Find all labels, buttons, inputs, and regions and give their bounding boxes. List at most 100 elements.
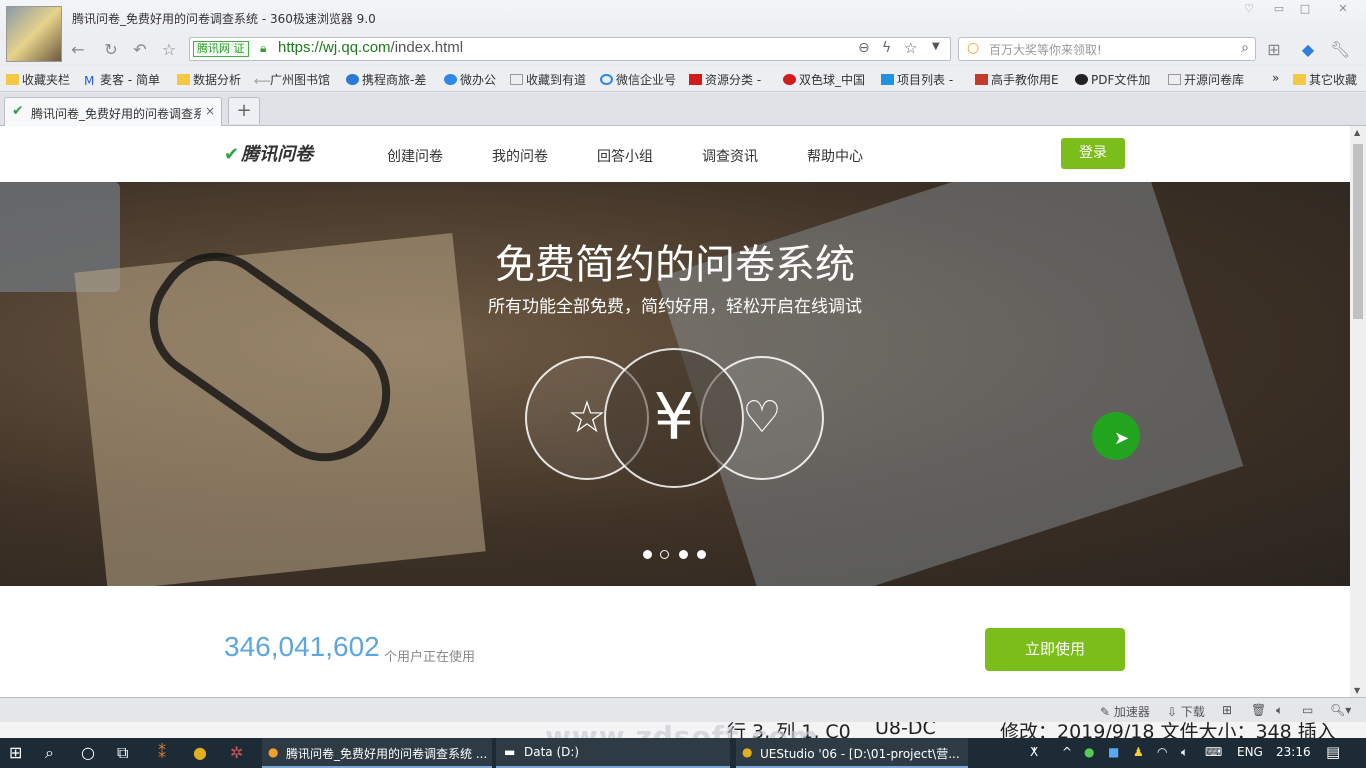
nav-my-surveys[interactable]: 我的问卷 xyxy=(492,146,548,166)
login-button[interactable]: 登录 xyxy=(1061,138,1125,169)
zoom-icon[interactable]: ⊖ xyxy=(858,40,870,56)
bookmark-label: 资源分类 - xyxy=(705,73,762,87)
tools-wrench-icon[interactable]: 🔧︎ xyxy=(1330,40,1350,60)
scrollbar-thumb[interactable] xyxy=(1353,144,1363,319)
tab-active[interactable]: ✔ 腾讯问卷_免费好用的问卷调查系统 × xyxy=(4,97,222,126)
search-box[interactable]: ○ 百万大奖等你来领取! ⌕ xyxy=(958,37,1256,61)
bookmark-item[interactable]: 微办公 xyxy=(444,71,496,88)
bookmark-item[interactable]: 资源分类 - xyxy=(689,71,761,88)
carousel-dot-4[interactable] xyxy=(697,550,706,559)
window-title: 腾讯问卷_免费好用的问卷调查系统 - 360极速浏览器 9.0 xyxy=(72,12,376,26)
taskbar-explorer[interactable]: ▬ Data (D:) xyxy=(496,738,730,768)
carousel-dot-3[interactable] xyxy=(679,550,688,559)
site-logo[interactable]: ✔ 腾讯问卷 xyxy=(224,140,313,166)
bookmark-item[interactable]: 高手教你用E xyxy=(975,71,1059,88)
taskbar-browser[interactable]: ● 腾讯问卷_免费好用的问卷调查系统 ... xyxy=(262,738,492,768)
nav-help-center[interactable]: 帮助中心 xyxy=(807,146,863,166)
download-label: 下载 xyxy=(1180,705,1205,719)
bookmark-label: 携程商旅-差 xyxy=(362,73,427,87)
logo-check-icon: ✔ xyxy=(224,144,240,165)
bookmark-item[interactable]: 微信企业号 xyxy=(600,71,676,88)
window-icon[interactable]: ▭ xyxy=(1302,703,1313,717)
favorite-star-icon[interactable]: ☆ xyxy=(159,40,179,60)
cursor-arrow-icon: ➤ xyxy=(1114,428,1130,449)
app-icon[interactable]: ✲ xyxy=(230,743,243,762)
volume-icon[interactable]: 🔈︎ xyxy=(1181,745,1188,760)
dropdown-icon[interactable]: ▼ xyxy=(932,41,940,52)
browser-title-bar: 腾讯问卷_免费好用的问卷调查系统 - 360极速浏览器 9.0 ♡ ▭ □ ✕ xyxy=(0,0,1366,36)
bookmark-item[interactable]: 数据分析 xyxy=(177,71,241,88)
keyboard-icon[interactable]: ⌨ xyxy=(1205,745,1222,759)
show-hidden-icons[interactable]: ^ xyxy=(1062,745,1072,759)
back-icon[interactable]: ← xyxy=(68,40,88,60)
screenshot-icon[interactable]: ⊞ xyxy=(1222,703,1232,717)
extension-icon[interactable]: ◆ xyxy=(1298,40,1318,60)
user-avatar[interactable] xyxy=(6,6,62,62)
carousel-dot-1[interactable] xyxy=(643,550,652,559)
nav-create-survey[interactable]: 创建问卷 xyxy=(387,146,443,166)
page-zoom-icon[interactable]: 🔍︎▾ xyxy=(1330,703,1351,717)
input-language[interactable]: ENG xyxy=(1237,745,1263,759)
maximize-button[interactable]: □ xyxy=(1294,2,1316,18)
wifi-icon[interactable]: ◠ xyxy=(1157,745,1167,759)
refresh-icon[interactable]: ↻ xyxy=(101,40,121,60)
bookmark-item[interactable]: 携程商旅-差 xyxy=(346,71,426,88)
search-icon[interactable]: ⌕ xyxy=(45,743,54,763)
new-tab-button[interactable]: + xyxy=(228,97,260,124)
bookmark-item[interactable]: 收藏到有道 xyxy=(510,71,586,88)
notifications-icon[interactable]: ▤ xyxy=(1326,743,1340,761)
bookmarks-bar: 收藏夹栏 M 麦客 - 简单 数据分析 ⟵广州图书馆 携程商旅-差 微办公 收藏到… xyxy=(0,66,1366,92)
taskbar-uestudio[interactable]: ● UEStudio '06 - [D:\01-project\营... xyxy=(736,738,968,768)
undo-icon[interactable]: ↶ xyxy=(130,40,150,60)
bookmark-label: 收藏到有道 xyxy=(526,73,587,87)
cortana-icon[interactable]: ○ xyxy=(81,743,95,762)
bookmark-item[interactable]: M 麦客 - 简单 xyxy=(84,71,160,88)
windows-taskbar: ⊞ ⌕ ○ ⧉ ⁑ ● ✲ ● 腾讯问卷_免费好用的问卷调查系统 ... ▬ D… xyxy=(0,738,1366,768)
skin-icon[interactable]: ♡ xyxy=(1238,2,1260,18)
bookmark-star-icon[interactable]: ☆ xyxy=(904,39,917,57)
cert-badge: 证 xyxy=(233,42,245,55)
scroll-down-icon[interactable]: ▼ xyxy=(1354,686,1360,695)
task-view-icon[interactable]: ⧉ xyxy=(117,743,128,763)
qq-icon[interactable]: ♟ xyxy=(1133,745,1144,759)
bookmark-other[interactable]: 其它收藏 xyxy=(1293,71,1357,88)
close-window-button[interactable]: ✕ xyxy=(1332,2,1354,18)
apps-icon[interactable]: ⊞ xyxy=(1264,40,1284,60)
bookmark-item[interactable]: 开源问卷库 xyxy=(1168,71,1244,88)
task-label: UEStudio '06 - [D:\01-project\营... xyxy=(760,747,960,761)
bookmark-item[interactable]: PDF文件加 xyxy=(1075,71,1150,88)
trash-icon[interactable]: 🗑︎ xyxy=(1251,703,1266,717)
bookmarks-more-button[interactable]: » xyxy=(1272,71,1279,85)
url-path: /index.html xyxy=(390,39,464,56)
download-button[interactable]: ⇩ 下载 xyxy=(1167,703,1205,720)
nav-answer-group[interactable]: 回答小组 xyxy=(597,146,653,166)
start-using-button[interactable]: 立即使用 xyxy=(985,628,1125,671)
user-count-label: 个用户正在使用 xyxy=(384,650,476,665)
bookmark-item[interactable]: ⟵广州图书馆 xyxy=(254,71,330,88)
address-bar[interactable]: 腾讯网 证 🔒︎ https://wj.qq.com/index.html ⊖ … xyxy=(189,37,951,61)
windows-start-icon[interactable]: ⊞ xyxy=(9,743,22,762)
nav-survey-news[interactable]: 调查资讯 xyxy=(702,146,758,166)
carousel-dot-2[interactable] xyxy=(660,550,669,559)
bookmark-item[interactable]: 双色球_中国 xyxy=(783,71,865,88)
people-icon[interactable]: ⵅ xyxy=(1030,745,1038,759)
tray-app-icon[interactable]: ■ xyxy=(1108,745,1119,759)
bookmark-item[interactable]: 收藏夹栏 xyxy=(6,71,70,88)
url-text[interactable]: https://wj.qq.com/index.html xyxy=(278,39,463,56)
page-scrollbar[interactable]: ▲ ▼ xyxy=(1350,126,1366,697)
site-favicon-icon: ✔ xyxy=(12,103,24,119)
accelerator-button[interactable]: ✎ 加速器 xyxy=(1100,703,1150,720)
minimize-button[interactable]: ▭ xyxy=(1268,2,1290,18)
tab-close-button[interactable]: × xyxy=(205,104,215,118)
lightning-icon[interactable]: ϟ xyxy=(882,40,891,56)
bookmark-label: 微办公 xyxy=(460,73,497,87)
wechat-icon[interactable]: ● xyxy=(1084,745,1094,759)
chrome-icon[interactable]: ● xyxy=(193,743,207,762)
search-icon[interactable]: ⌕ xyxy=(1241,40,1249,56)
bookmark-item[interactable]: 项目列表 - xyxy=(881,71,953,88)
hero-title: 免费简约的问卷系统 xyxy=(495,242,855,288)
sound-icon[interactable]: 🔈︎ xyxy=(1276,703,1283,718)
clock[interactable]: 23:16 xyxy=(1276,745,1311,759)
scroll-up-icon[interactable]: ▲ xyxy=(1354,128,1360,137)
app-icon[interactable]: ⁑ xyxy=(158,743,166,762)
